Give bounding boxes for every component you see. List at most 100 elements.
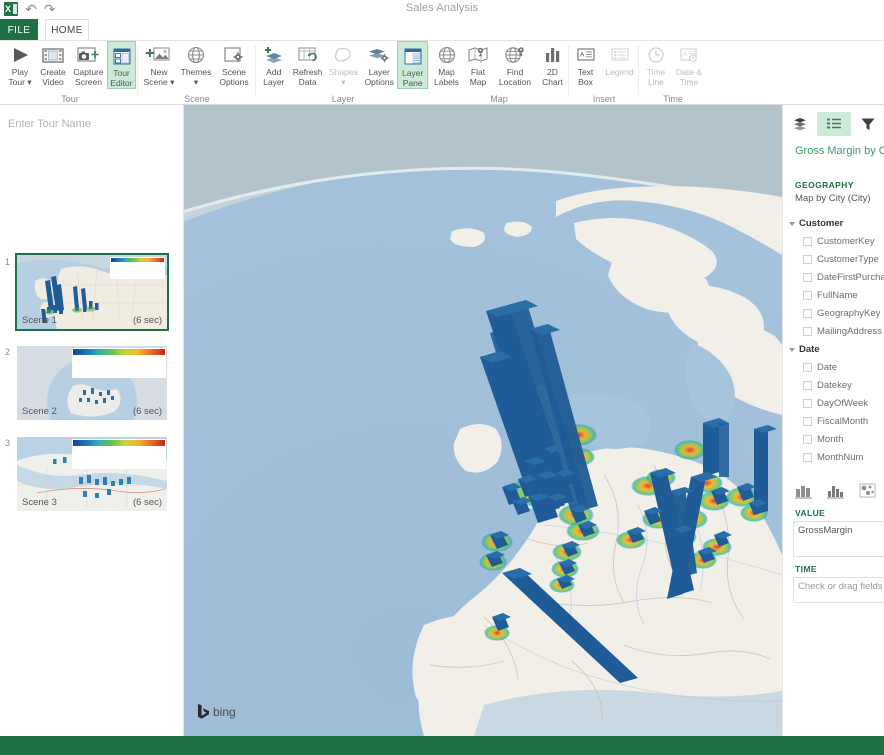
- layer-pane-button[interactable]: Layer Pane: [397, 41, 428, 89]
- field-mailingaddress[interactable]: MailingAddress: [803, 326, 882, 337]
- field-dayofweek[interactable]: DayOfWeek: [803, 398, 868, 409]
- field-customerkey[interactable]: CustomerKey: [803, 236, 875, 247]
- filter-icon[interactable]: [851, 112, 884, 136]
- field-customertype[interactable]: CustomerType: [803, 254, 879, 265]
- ribbon-group-insert: A Text Box Legend Insert: [570, 41, 638, 105]
- scene-duration-2: (6 sec): [132, 406, 162, 417]
- field-date[interactable]: Date: [803, 362, 837, 373]
- scene-thumbnail-1[interactable]: Scene 1 (6 sec): [15, 253, 169, 331]
- field-geographykey[interactable]: GeographyKey: [803, 308, 880, 319]
- date-time-button[interactable]: A Date & Time: [672, 41, 706, 87]
- text-box-button[interactable]: A Text Box: [570, 41, 601, 87]
- field-fiscalmonth[interactable]: FiscalMonth: [803, 416, 868, 427]
- create-video-button[interactable]: Create Video: [36, 41, 70, 87]
- checkbox[interactable]: [803, 381, 812, 390]
- themes-button[interactable]: Themes ▾: [178, 41, 214, 87]
- ribbon-group-label-insert: Insert: [592, 94, 616, 104]
- layer-pane-label: Layer Pane: [402, 68, 424, 88]
- checkbox[interactable]: [803, 327, 812, 336]
- field-monthnum[interactable]: MonthNum: [803, 452, 863, 463]
- scene-legend-gradient-1: [111, 258, 164, 262]
- time-dropzone[interactable]: Check or drag fields fro: [793, 577, 884, 603]
- 2d-chart-label: 2D Chart: [542, 67, 563, 87]
- checkbox[interactable]: [803, 291, 812, 300]
- svg-text:A: A: [683, 52, 687, 58]
- ribbon-group-time: Time Line A Date & Time Time: [640, 41, 706, 105]
- tab-home[interactable]: HOME: [45, 19, 89, 41]
- layer-manager-icon[interactable]: [783, 112, 817, 136]
- shapes-label: Shapes ▾: [329, 67, 358, 87]
- checkbox[interactable]: [803, 273, 812, 282]
- checkbox[interactable]: [803, 453, 812, 462]
- field-label: CustomerKey: [817, 236, 875, 247]
- capture-screen-button[interactable]: Capture Screen: [70, 41, 107, 87]
- table-group-date[interactable]: Date: [789, 344, 820, 355]
- bing-label: bing: [213, 705, 236, 719]
- checkbox[interactable]: [803, 309, 812, 318]
- 2d-chart-button[interactable]: 2D Chart: [537, 41, 568, 87]
- chevron-down-icon: [789, 347, 795, 352]
- scene-legend-gradient-3: [73, 440, 165, 446]
- checkbox[interactable]: [803, 363, 812, 372]
- capture-screen-icon: [76, 44, 102, 66]
- legend-label: Legend: [605, 67, 634, 77]
- add-layer-button[interactable]: Add Layer: [258, 41, 290, 87]
- field-datekey[interactable]: Datekey: [803, 380, 852, 391]
- flat-map-button[interactable]: Flat Map: [463, 41, 493, 87]
- tour-name-input[interactable]: Enter Tour Name: [8, 118, 91, 130]
- table-name-customer: Customer: [799, 218, 844, 229]
- field-label: FullName: [817, 290, 858, 301]
- ribbon-tab-strip: FILE HOME: [0, 19, 884, 41]
- field-label: MailingAddress: [817, 326, 882, 337]
- bubble-icon[interactable]: [859, 483, 876, 499]
- checkbox[interactable]: [803, 417, 812, 426]
- field-list-pane: Gross Margin by C GEOGRAPHY Map by City …: [782, 105, 884, 755]
- legend-button[interactable]: Legend: [601, 41, 638, 78]
- scene-thumbnail-2[interactable]: Scene 2 (6 sec): [17, 346, 167, 420]
- field-label: GeographyKey: [817, 308, 881, 319]
- map-labels-button[interactable]: Map Labels: [430, 41, 463, 87]
- checkbox[interactable]: [803, 399, 812, 408]
- tour-editor-button[interactable]: Tour Editor: [107, 41, 136, 89]
- stacked-column-icon[interactable]: [794, 483, 812, 499]
- field-label: Datekey: [817, 380, 852, 391]
- field-fullname[interactable]: FullName: [803, 290, 858, 301]
- refresh-data-button[interactable]: Refresh Data: [290, 41, 326, 87]
- field-list-icon[interactable]: [817, 112, 851, 136]
- text-box-label: Text Box: [577, 67, 594, 87]
- scene-number-1: 1: [5, 257, 11, 267]
- play-tour-label: Play Tour ▾: [8, 67, 32, 87]
- ribbon-group-layer: Add Layer Refresh Data Shapes ▾ Layer Op…: [258, 41, 428, 105]
- checkbox[interactable]: [803, 237, 812, 246]
- 2d-chart-icon: [542, 44, 564, 66]
- value-field-chip[interactable]: GrossMargin: [798, 525, 852, 536]
- field-month[interactable]: Month: [803, 434, 843, 445]
- scene-duration-1: (6 sec): [132, 315, 162, 326]
- field-datefirstpurchase[interactable]: DateFirstPurchase: [803, 272, 884, 283]
- time-line-button[interactable]: Time Line: [640, 41, 672, 87]
- shapes-button[interactable]: Shapes ▾: [326, 41, 361, 87]
- table-group-customer[interactable]: Customer: [789, 218, 843, 229]
- checkbox[interactable]: [803, 255, 812, 264]
- tab-file[interactable]: FILE: [0, 19, 38, 41]
- value-dropzone[interactable]: GrossMargin: [793, 521, 884, 557]
- play-tour-button[interactable]: Play Tour ▾: [4, 41, 36, 87]
- find-location-button[interactable]: Find Location: [493, 41, 537, 87]
- bing-attribution[interactable]: bing: [197, 704, 236, 720]
- layer-options-button[interactable]: Layer Options: [361, 41, 397, 87]
- tour-pane: Enter Tour Name 1 Scene 1 (6 sec) 2 Scen…: [0, 105, 184, 755]
- time-line-label: Time Line: [646, 67, 666, 87]
- clustered-column-icon[interactable]: [826, 483, 844, 499]
- map-canvas[interactable]: bing: [184, 105, 782, 736]
- field-label: DayOfWeek: [817, 398, 869, 409]
- new-scene-button[interactable]: New Scene ▾: [140, 41, 178, 87]
- scene-options-button[interactable]: Scene Options: [214, 41, 254, 87]
- field-label: Date: [817, 362, 838, 373]
- find-location-icon: [503, 44, 527, 66]
- chart-type-selector: [787, 483, 883, 499]
- date-time-label: Date & Time: [676, 67, 702, 87]
- checkbox[interactable]: [803, 435, 812, 444]
- field-label: MonthNum: [817, 452, 864, 463]
- title-bar: ↶ ↷ Sales Analysis: [0, 0, 884, 19]
- scene-thumbnail-3[interactable]: Scene 3 (6 sec): [17, 437, 167, 511]
